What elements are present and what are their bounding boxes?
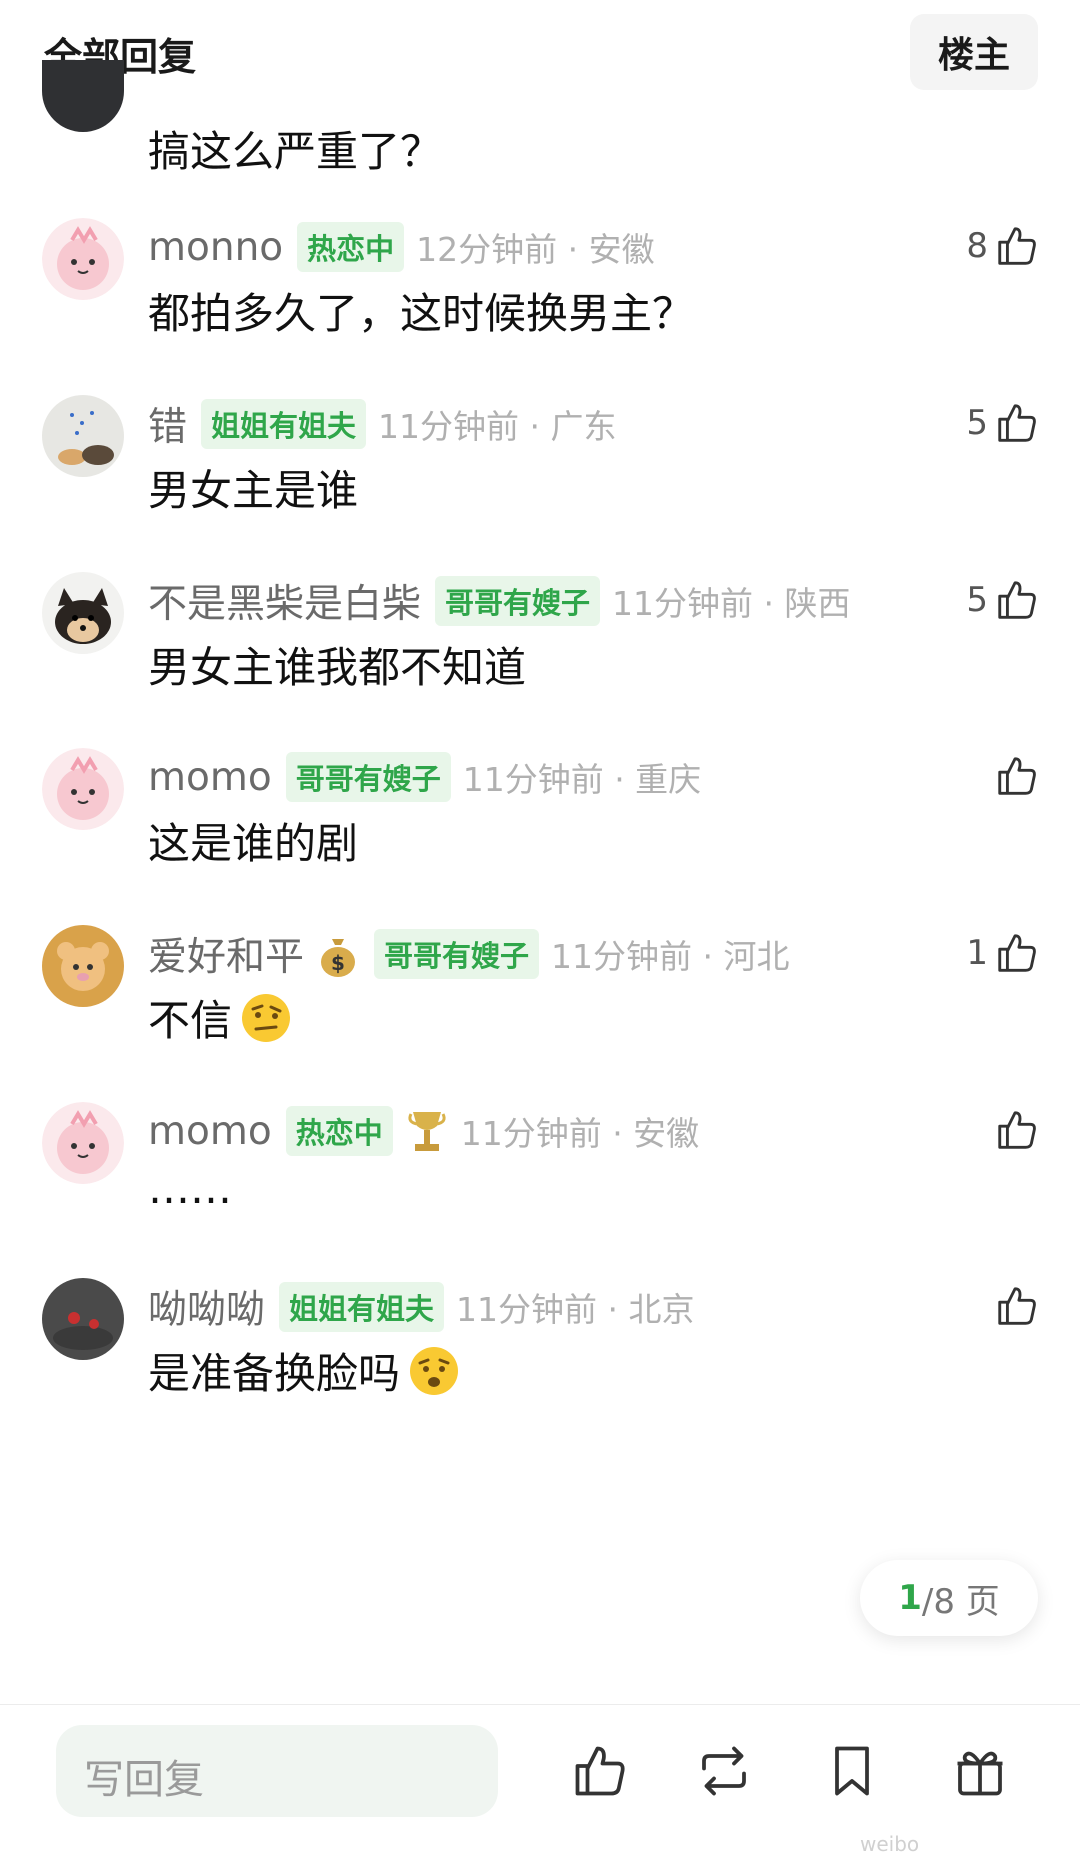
like-count: 5 xyxy=(966,403,988,443)
comment-meta: 错 姐姐有姐夫 11分钟前 · 广东 xyxy=(148,397,617,451)
timestamp-location: 11分钟前 · 重庆 xyxy=(462,760,702,799)
thumbs-up-icon xyxy=(998,581,1036,619)
gift-icon[interactable] xyxy=(950,1741,1010,1801)
like-button[interactable] xyxy=(994,748,1040,804)
avatar[interactable] xyxy=(42,925,124,1007)
watermark: weibo xyxy=(860,1832,920,1856)
like-button[interactable] xyxy=(994,1278,1040,1334)
comment-text: 都拍多久了，这时候换男主？ xyxy=(148,289,695,338)
avatar[interactable] xyxy=(42,60,124,132)
comment-item: momo 热恋中 11分钟前 · 安徽 …… xyxy=(0,1102,1080,1272)
username[interactable]: 呦呦呦 xyxy=(148,1279,265,1335)
flair-badge: 哥哥有嫂子 xyxy=(435,576,601,626)
comment-item: 呦呦呦 姐姐有姐夫 11分钟前 · 北京 是准备换脸吗 xyxy=(0,1278,1080,1448)
comment-meta: monno 热恋中 12分钟前 · 安徽 xyxy=(148,220,655,274)
comment-meta: momo 哥哥有嫂子 11分钟前 · 重庆 xyxy=(148,750,701,804)
timestamp-location: 11分钟前 · 河北 xyxy=(551,937,790,976)
like-button[interactable]: 8 xyxy=(966,218,1040,274)
op-only-button[interactable]: 楼主 xyxy=(910,14,1038,90)
like-button[interactable]: 5 xyxy=(966,395,1040,451)
avatar[interactable] xyxy=(42,748,124,830)
like-count: 8 xyxy=(966,226,988,266)
current-page: 1 xyxy=(898,1578,922,1618)
flair-badge: 哥哥有嫂子 xyxy=(374,929,540,979)
avatar[interactable] xyxy=(42,395,124,477)
thumbs-up-icon xyxy=(998,404,1036,442)
timestamp-location: 11分钟前 · 陕西 xyxy=(612,584,851,623)
comment-item: monno 热恋中 12分钟前 · 安徽 都拍多久了，这时候换男主？ 8 xyxy=(0,218,1080,388)
like-count: 5 xyxy=(966,580,988,620)
svg-text:$: $ xyxy=(331,951,345,975)
thumbs-up-icon[interactable] xyxy=(570,1741,630,1801)
comment-body: 是准备换脸吗 xyxy=(148,1340,460,1401)
thumbs-up-icon xyxy=(998,1287,1036,1325)
like-button[interactable]: 5 xyxy=(966,572,1040,628)
flair-badge: 热恋中 xyxy=(297,222,405,272)
timestamp-location: 11分钟前 · 广东 xyxy=(378,407,617,446)
thumbs-up-icon xyxy=(998,934,1036,972)
money-bag-icon: $ xyxy=(321,939,356,977)
comment-meta: 呦呦呦 姐姐有姐夫 11分钟前 · 北京 xyxy=(148,1280,695,1334)
reply-placeholder: 写回复 xyxy=(84,1757,204,1803)
avatar[interactable] xyxy=(42,572,124,654)
comment-meta: momo 热恋中 11分钟前 · 安徽 xyxy=(148,1104,699,1158)
avatar[interactable] xyxy=(42,1278,124,1360)
comment-text: 男女主谁我都不知道 xyxy=(148,643,527,692)
username[interactable]: momo xyxy=(148,755,272,800)
comment-item: 不是黑柴是白柴 哥哥有嫂子 11分钟前 · 陕西 男女主谁我都不知道 5 xyxy=(0,572,1080,742)
total-pages: /8 页 xyxy=(921,1581,1000,1622)
comment-text: 搞这么严重了？ xyxy=(148,127,443,176)
header-bar: 全部回复 楼主 xyxy=(0,0,1080,110)
comment-item: momo 哥哥有嫂子 11分钟前 · 重庆 这是谁的剧 xyxy=(0,748,1080,918)
repost-icon[interactable] xyxy=(694,1741,754,1801)
like-count: 1 xyxy=(966,933,988,973)
timestamp-location: 11分钟前 · 北京 xyxy=(456,1290,695,1329)
surprised-face-emoji xyxy=(410,1346,459,1395)
trophy-icon xyxy=(408,1112,446,1151)
thumbs-up-icon xyxy=(998,757,1036,795)
avatar[interactable] xyxy=(42,1102,124,1184)
page-indicator[interactable]: 1/8 页 xyxy=(860,1560,1038,1636)
comment-text: 不信 xyxy=(148,996,233,1045)
timestamp-location: 12分钟前 · 安徽 xyxy=(416,230,655,269)
comment-item: 爱好和平 $ 哥哥有嫂子 11分钟前 · 河北 不信 1 xyxy=(0,925,1080,1095)
comment-item: 错 姐姐有姐夫 11分钟前 · 广东 男女主是谁 5 xyxy=(0,395,1080,565)
bookmark-icon[interactable] xyxy=(822,1741,882,1801)
comment-text: …… xyxy=(148,1164,232,1213)
username[interactable]: 不是黑柴是白柴 xyxy=(148,573,421,629)
comment-text: 男女主是谁 xyxy=(148,466,359,515)
raised-eyebrow-emoji xyxy=(242,993,291,1042)
username[interactable]: momo xyxy=(148,1109,272,1154)
timestamp-location: 11分钟前 · 安徽 xyxy=(460,1114,700,1153)
flair-badge: 姐姐有姐夫 xyxy=(201,399,367,449)
thumbs-up-icon xyxy=(998,1111,1036,1149)
like-button[interactable]: 1 xyxy=(966,925,1040,981)
username[interactable]: monno xyxy=(148,225,283,270)
thumbs-up-icon xyxy=(998,227,1036,265)
comment-text: 这是谁的剧 xyxy=(148,819,359,868)
username[interactable]: 错 xyxy=(148,396,187,452)
flair-badge: 热恋中 xyxy=(285,1106,393,1156)
like-button[interactable] xyxy=(994,1102,1040,1158)
flair-badge: 姐姐有姐夫 xyxy=(279,1282,445,1332)
comment-body: 不信 xyxy=(148,987,292,1048)
comment-meta: 爱好和平 $ 哥哥有嫂子 11分钟前 · 河北 xyxy=(148,927,790,981)
username[interactable]: 爱好和平 xyxy=(148,926,304,982)
reply-input[interactable]: 写回复 xyxy=(56,1725,498,1817)
comment-text: 是准备换脸吗 xyxy=(148,1349,401,1398)
comment-meta: 不是黑柴是白柴 哥哥有嫂子 11分钟前 · 陕西 xyxy=(148,574,851,628)
avatar[interactable] xyxy=(42,218,124,300)
flair-badge: 哥哥有嫂子 xyxy=(285,752,451,802)
